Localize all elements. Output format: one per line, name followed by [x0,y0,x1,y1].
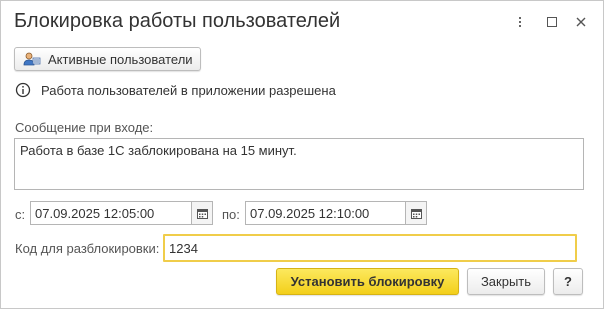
calendar-icon[interactable] [405,202,426,224]
message-textarea[interactable]: Работа в базе 1С заблокирована на 15 мин… [14,138,584,190]
lock-status: Работа пользователей в приложении разреш… [15,82,336,98]
message-label: Сообщение при входе: [15,120,154,135]
to-date-field[interactable] [245,201,427,225]
unlock-code-input[interactable] [169,240,571,256]
from-label: с: [15,207,26,222]
help-button[interactable]: ? [553,268,583,295]
unlock-code-field[interactable] [163,234,577,262]
active-users-button[interactable]: Активные пользователи [14,47,201,71]
from-date-field[interactable] [30,201,213,225]
users-icon [23,51,41,67]
close-icon[interactable] [568,9,594,35]
active-users-label: Активные пользователи [48,51,193,67]
to-date-input[interactable] [246,202,405,224]
to-label: по: [222,207,240,222]
more-vertical-icon[interactable] [507,9,533,35]
set-lock-button[interactable]: Установить блокировку [276,268,459,295]
maximize-icon[interactable] [539,9,565,35]
calendar-icon[interactable] [191,202,212,224]
from-date-input[interactable] [31,202,191,224]
window-title: Блокировка работы пользователей [14,10,341,32]
unlock-code-label: Код для разблокировки: [15,241,160,256]
close-button[interactable]: Закрыть [467,268,545,295]
dialog-window: Блокировка работы пользователей Активные… [0,0,604,309]
info-icon [15,82,31,98]
lock-status-text: Работа пользователей в приложении разреш… [41,82,336,98]
